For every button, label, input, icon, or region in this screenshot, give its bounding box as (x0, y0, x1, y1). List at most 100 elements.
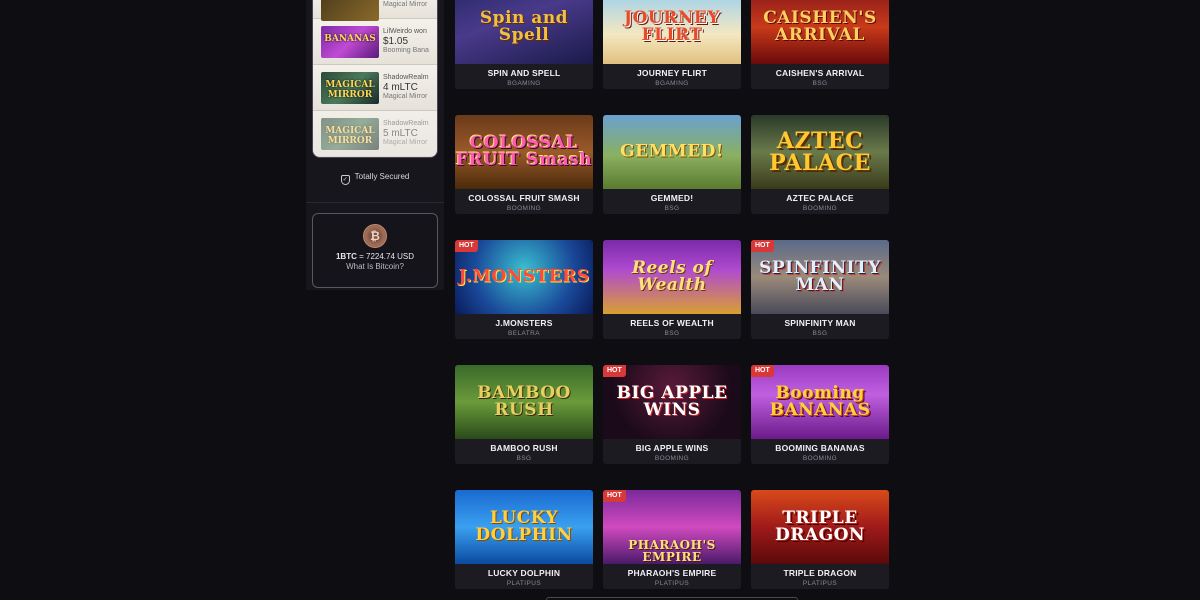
game-title[interactable]: LUCKY DOLPHIN (455, 568, 593, 578)
game-card[interactable]: Booming BANANAS HOT BOOMING BANANAS BOOMING (751, 365, 889, 464)
game-title[interactable]: COLOSSAL FRUIT SMASH (455, 193, 593, 203)
sidebar-divider (306, 202, 444, 203)
game-card[interactable]: LUCKY DOLPHIN LUCKY DOLPHIN PLATIPUS (455, 490, 593, 589)
sidebar: Magical Mirror BANANAS LilWeirdo won $1.05 B… (306, 0, 444, 290)
win-thumb-text: MAGICAL MIRROR (325, 79, 375, 100)
game-provider: PLATIPUS (802, 580, 838, 587)
game-title[interactable]: BIG APPLE WINS (603, 443, 741, 453)
hot-badge: HOT (751, 365, 774, 377)
game-card[interactable]: JOURNEY FLIRT JOURNEY FLIRT BGAMING (603, 0, 741, 89)
game-card[interactable]: CAISHEN'S ARRIVAL CAISHEN'S ARRIVAL BSG (751, 0, 889, 89)
game-card[interactable]: PHARAOH'S EMPIRE HOT PHARAOH'S EMPIRE PLATI… (603, 490, 741, 589)
game-title[interactable]: J.MONSTERS (455, 318, 593, 328)
game-thumbnail[interactable]: BAMBOO RUSH (455, 365, 593, 439)
game-card[interactable]: COLOSSAL FRUIT Smash COLOSSAL FRUIT SMASH… (455, 115, 593, 214)
game-provider: BSG (664, 330, 680, 337)
game-thumbnail[interactable]: JOURNEY FLIRT (603, 0, 741, 64)
shield-check-icon: ✓ (340, 175, 350, 185)
game-logo: Spin and Spell (479, 8, 569, 45)
game-card[interactable]: AZTEC PALACE AZTEC PALACE BOOMING (751, 115, 889, 214)
game-logo: GEMMED! (620, 141, 724, 162)
game-provider: BSG (812, 80, 828, 87)
game-thumbnail[interactable]: GEMMED! (603, 115, 741, 189)
game-card[interactable]: Reels of Wealth REELS OF WEALTH BSG (603, 240, 741, 339)
game-logo: BAMBOO RUSH (477, 383, 571, 420)
game-provider: BOOMING (802, 205, 838, 212)
hot-badge: HOT (603, 365, 626, 377)
win-user: ShadowRealm (383, 74, 429, 82)
win-game-thumbnail: BANANAS (321, 25, 379, 58)
game-logo: TRIPLE DRAGON (775, 508, 865, 545)
recent-wins-feed: Magical Mirror BANANAS LilWeirdo won $1.05 B… (312, 0, 438, 158)
game-card[interactable]: BAMBOO RUSH BAMBOO RUSH BSG (455, 365, 593, 464)
hot-badge: HOT (751, 240, 774, 252)
game-logo: JOURNEY FLIRT (624, 8, 720, 45)
recent-win-item[interactable]: MAGICAL MIRROR ShadowRealm 4 mLTC Magical M… (313, 65, 437, 111)
win-thumb-text: MAGICAL MIRROR (325, 125, 375, 146)
game-logo: AZTEC PALACE (769, 128, 871, 176)
what-is-bitcoin-link[interactable]: What Is Bitcoin? (313, 262, 437, 271)
game-provider: BGAMING (507, 80, 541, 87)
game-thumbnail[interactable]: CAISHEN'S ARRIVAL (751, 0, 889, 64)
btc-rate: 1BTC = 7224.74 USD (313, 252, 437, 261)
game-logo: J.MONSTERS (458, 266, 590, 287)
game-provider: BOOMING (506, 205, 542, 212)
game-title[interactable]: BOOMING BANANAS (751, 443, 889, 453)
win-amount: 5 mLTC (383, 128, 418, 139)
game-title[interactable]: SPINFINITY MAN (751, 318, 889, 328)
secured-label: Totally Secured (354, 172, 410, 181)
game-provider: BOOMING (802, 455, 838, 462)
game-card[interactable]: Spin and Spell SPIN AND SPELL BGAMING (455, 0, 593, 89)
hot-badge: HOT (603, 490, 626, 502)
btc-rate-panel[interactable]: ₿ 1BTC = 7224.74 USD What Is Bitcoin? (312, 213, 438, 288)
win-user: ShadowRealm (383, 120, 429, 128)
game-card[interactable]: BIG APPLE WINS HOT BIG APPLE WINS BOOMING (603, 365, 741, 464)
win-game-name: Booming Bana (383, 47, 429, 54)
recent-win-item[interactable]: Magical Mirror (313, 0, 437, 21)
game-provider: PLATIPUS (654, 580, 690, 587)
game-thumbnail[interactable]: COLOSSAL FRUIT Smash (455, 115, 593, 189)
btc-rate-prefix: 1BTC (335, 252, 357, 261)
win-game-name: Magical Mirror (383, 139, 428, 146)
game-title[interactable]: REELS OF WEALTH (603, 318, 741, 328)
win-thumb-text: BANANAS (324, 33, 376, 44)
game-card[interactable]: J.MONSTERS HOT J.MONSTERS BELATRA (455, 240, 593, 339)
game-card[interactable]: GEMMED! GEMMED! BSG (603, 115, 741, 214)
game-title[interactable]: PHARAOH'S EMPIRE (603, 568, 741, 578)
game-thumbnail[interactable]: Reels of Wealth (603, 240, 741, 314)
game-thumbnail[interactable]: AZTEC PALACE (751, 115, 889, 189)
game-thumbnail[interactable]: LUCKY DOLPHIN (455, 490, 593, 564)
game-card[interactable]: TRIPLE DRAGON TRIPLE DRAGON PLATIPUS (751, 490, 889, 589)
win-game-thumbnail: MAGICAL MIRROR (321, 117, 379, 150)
recent-win-item[interactable]: BANANAS LilWeirdo won $1.05 Booming Bana (313, 19, 437, 65)
game-thumbnail[interactable]: Spin and Spell (455, 0, 593, 64)
game-logo: Booming BANANAS (769, 383, 871, 420)
game-title[interactable]: JOURNEY FLIRT (603, 68, 741, 78)
game-provider: BOOMING (654, 455, 690, 462)
bitcoin-icon: ₿ (363, 224, 387, 248)
game-title[interactable]: TRIPLE DRAGON (751, 568, 889, 578)
game-title[interactable]: BAMBOO RUSH (455, 443, 593, 453)
btc-rate-value: = 7224.74 USD (359, 252, 415, 261)
game-title[interactable]: SPIN AND SPELL (455, 68, 593, 78)
game-title[interactable]: GEMMED! (603, 193, 741, 203)
win-text: Magical Mirror (383, 1, 427, 9)
hot-badge: HOT (455, 240, 478, 252)
game-provider: PLATIPUS (506, 580, 542, 587)
game-provider: BELATRA (508, 330, 540, 337)
game-thumbnail[interactable]: TRIPLE DRAGON (751, 490, 889, 564)
win-text: ShadowRealm 5 mLTC Magical Mirror (383, 120, 429, 146)
game-card[interactable]: SPINFINITY MAN HOT SPINFINITY MAN BSG (751, 240, 889, 339)
win-amount: $1.05 (383, 36, 409, 47)
win-game-name: Magical Mirror (383, 93, 428, 100)
game-title[interactable]: CAISHEN'S ARRIVAL (751, 68, 889, 78)
game-logo: BIG APPLE WINS (616, 383, 728, 420)
game-logo: CAISHEN'S ARRIVAL (763, 8, 877, 45)
win-game-thumbnail (321, 0, 379, 21)
recent-win-item[interactable]: MAGICAL MIRROR ShadowRealm 5 mLTC Magical M… (313, 111, 437, 157)
game-title[interactable]: AZTEC PALACE (751, 193, 889, 203)
win-game-name: Magical Mirror (383, 0, 428, 8)
game-provider: BSG (812, 330, 828, 337)
game-provider: BSG (664, 205, 680, 212)
win-amount: 4 mLTC (383, 82, 418, 93)
